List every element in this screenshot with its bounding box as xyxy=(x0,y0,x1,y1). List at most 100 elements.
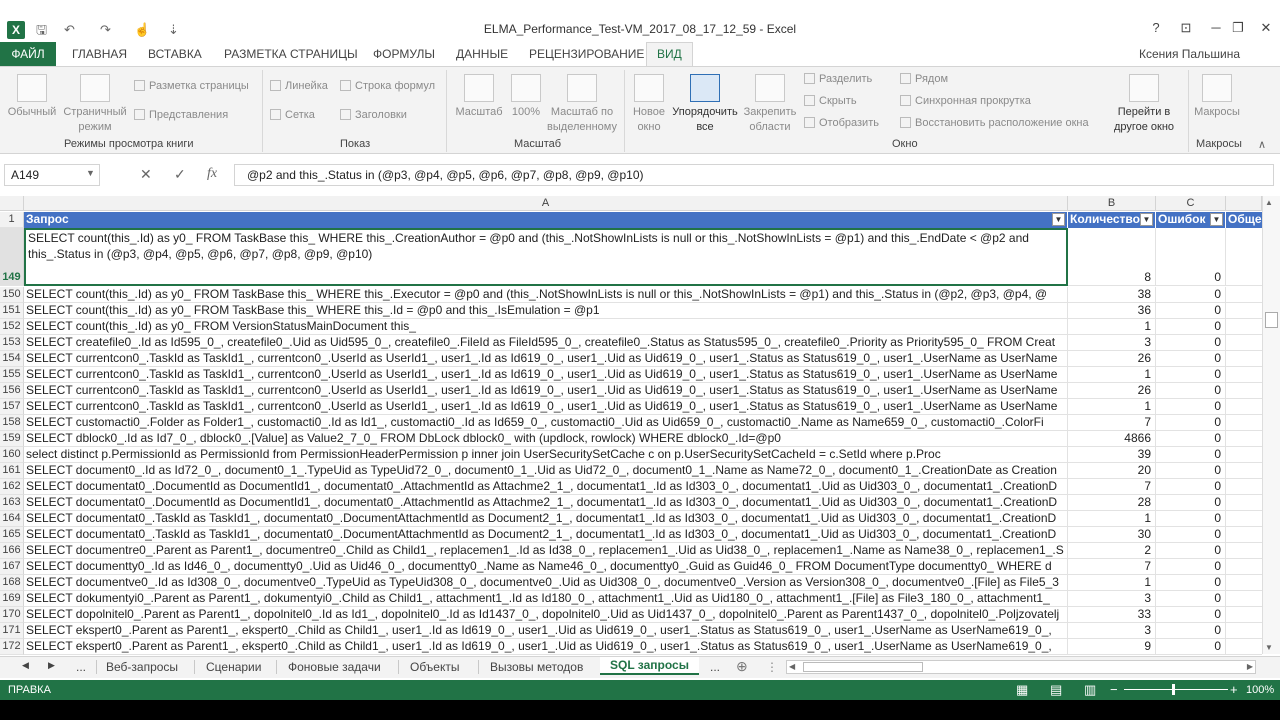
page-layout-view-button[interactable]: Разметка страницы xyxy=(134,80,249,92)
table-header-cell[interactable]: Ошибок ▼ xyxy=(1156,212,1226,228)
selected-cell[interactable]: SELECT count(this_.Id) as y0_ FROM TaskB… xyxy=(24,228,1068,286)
collapse-ribbon-icon[interactable]: ∧ xyxy=(1258,138,1266,151)
cell-errors[interactable]: 0 xyxy=(1156,511,1226,527)
cell-total[interactable] xyxy=(1226,639,1262,655)
gridlines-checkbox[interactable]: Сетка xyxy=(270,109,315,121)
zoom-100-button[interactable]: 100% xyxy=(508,74,544,120)
row-header[interactable]: 154 xyxy=(0,351,24,367)
sheet-tab-sql-queries[interactable]: SQL запросы xyxy=(600,657,699,675)
page-break-view-button[interactable]: Страничный режим xyxy=(60,74,130,135)
cell-errors[interactable]: 0 xyxy=(1156,431,1226,447)
cell-count[interactable]: 30 xyxy=(1068,527,1156,543)
prev-sheet-icon[interactable]: ◀ xyxy=(22,660,29,671)
side-by-side-button[interactable]: Рядом xyxy=(900,73,948,85)
scroll-down-icon[interactable]: ▼ xyxy=(1265,643,1273,652)
tab-formulas[interactable]: ФОРМУЛЫ xyxy=(373,47,435,61)
cell-total[interactable] xyxy=(1226,415,1262,431)
cell-query[interactable]: SELECT dopolnitel0_.Parent as Parent1_, … xyxy=(24,607,1068,623)
tab-home[interactable]: ГЛАВНАЯ xyxy=(72,47,127,61)
row-header[interactable]: 171 xyxy=(0,623,24,639)
zoom-out-icon[interactable]: − xyxy=(1110,682,1118,697)
cell-count[interactable]: 9 xyxy=(1068,639,1156,655)
column-header-d[interactable] xyxy=(1226,196,1262,211)
minimize-button[interactable]: ─ xyxy=(1204,20,1228,35)
cell-errors[interactable]: 0 xyxy=(1156,303,1226,319)
ribbon-display-button[interactable]: ⊡ xyxy=(1174,20,1198,36)
cell-count[interactable]: 3 xyxy=(1068,335,1156,351)
select-all-corner[interactable] xyxy=(0,196,24,211)
name-box-dropdown-icon[interactable]: ▼ xyxy=(86,168,95,178)
cell-query[interactable]: SELECT ekspert0_.Parent as Parent1_, eks… xyxy=(24,623,1068,639)
cell-errors[interactable]: 0 xyxy=(1156,383,1226,399)
cell-count[interactable]: 2 xyxy=(1068,543,1156,559)
row-header[interactable]: 168 xyxy=(0,575,24,591)
sheet-tab-background-tasks[interactable]: Фоновые задачи xyxy=(288,660,381,674)
cell-query[interactable]: SELECT count(this_.Id) as y0_ FROM TaskB… xyxy=(24,287,1068,303)
next-sheet-icon[interactable]: ▶ xyxy=(48,660,55,671)
cell-query[interactable]: SELECT documentre0_.Parent as Parent1_, … xyxy=(24,543,1068,559)
cell-errors[interactable]: 0 xyxy=(1156,495,1226,511)
cell-query[interactable]: SELECT currentcon0_.TaskId as TaskId1_, … xyxy=(24,367,1068,383)
cell-total[interactable] xyxy=(1226,228,1262,286)
cell-query[interactable]: SELECT documentat0_.DocumentId as Docume… xyxy=(24,495,1068,511)
cell-errors[interactable]: 0 xyxy=(1156,351,1226,367)
cell-total[interactable] xyxy=(1226,399,1262,415)
cell-errors[interactable]: 0 xyxy=(1156,335,1226,351)
cell-errors[interactable]: 0 xyxy=(1156,543,1226,559)
table-header-cell[interactable]: Обще xyxy=(1226,212,1262,228)
cell-total[interactable] xyxy=(1226,623,1262,639)
row-header[interactable]: 167 xyxy=(0,559,24,575)
row-header[interactable]: 151 xyxy=(0,303,24,319)
add-sheet-icon[interactable]: ⊕ xyxy=(736,658,748,675)
cell-errors[interactable]: 0 xyxy=(1156,575,1226,591)
cell-errors[interactable]: 0 xyxy=(1156,639,1226,655)
cell-count[interactable]: 1 xyxy=(1068,575,1156,591)
headings-checkbox[interactable]: Заголовки xyxy=(340,109,407,121)
filter-dropdown-icon[interactable]: ▼ xyxy=(1140,213,1153,226)
page-break-view-icon[interactable]: ▥ xyxy=(1084,682,1096,698)
cell-count[interactable]: 7 xyxy=(1068,479,1156,495)
new-window-button[interactable]: Новое окно xyxy=(628,74,670,135)
tab-view[interactable]: ВИД xyxy=(646,42,693,66)
zoom-slider[interactable] xyxy=(1124,689,1228,690)
cell-total[interactable] xyxy=(1226,351,1262,367)
cell-count[interactable]: 7 xyxy=(1068,559,1156,575)
cell-total[interactable] xyxy=(1226,319,1262,335)
cell-total[interactable] xyxy=(1226,335,1262,351)
cell-query[interactable]: SELECT count(this_.Id) as y0_ FROM TaskB… xyxy=(24,303,1068,319)
cell-query[interactable]: SELECT documentat0_.DocumentId as Docume… xyxy=(24,479,1068,495)
cell-total[interactable] xyxy=(1226,303,1262,319)
cell-count[interactable]: 1 xyxy=(1068,399,1156,415)
cell-query[interactable]: select distinct p.PermissionId as Permis… xyxy=(24,447,1068,463)
zoom-in-icon[interactable]: + xyxy=(1230,682,1238,697)
cell-errors[interactable]: 0 xyxy=(1156,559,1226,575)
reset-window-position-button[interactable]: Восстановить расположение окна xyxy=(900,117,1089,129)
row-header[interactable]: 150 xyxy=(0,287,24,303)
cell-errors[interactable]: 0 xyxy=(1156,228,1226,286)
cell-total[interactable] xyxy=(1226,543,1262,559)
filter-dropdown-icon[interactable]: ▼ xyxy=(1210,213,1223,226)
row-header[interactable]: 157 xyxy=(0,399,24,415)
macros-button[interactable]: Макросы xyxy=(1190,74,1244,120)
vertical-scrollbar[interactable]: ▲ ▼ xyxy=(1262,196,1280,654)
cell-errors[interactable]: 0 xyxy=(1156,415,1226,431)
arrange-all-button[interactable]: Упорядочить все xyxy=(670,74,740,135)
freeze-panes-button[interactable]: Закрепить области xyxy=(740,74,800,135)
table-header-cell[interactable]: Количество ▼ xyxy=(1068,212,1156,228)
cell-errors[interactable]: 0 xyxy=(1156,623,1226,639)
cell-count[interactable]: 1 xyxy=(1068,319,1156,335)
row-header[interactable]: 152 xyxy=(0,319,24,335)
normal-view-button[interactable]: Обычный xyxy=(4,74,60,120)
cell-query[interactable]: SELECT dokumentyi0_.Parent as Parent1_, … xyxy=(24,591,1068,607)
tab-split-handle[interactable]: ⋮ xyxy=(766,660,778,674)
cell-query[interactable]: SELECT ekspert0_.Parent as Parent1_, eks… xyxy=(24,639,1068,655)
tab-page-layout[interactable]: РАЗМЕТКА СТРАНИЦЫ xyxy=(224,47,358,61)
custom-views-button[interactable]: Представления xyxy=(134,109,228,121)
scroll-right-icon[interactable]: ▶ xyxy=(1247,661,1253,673)
cell-count[interactable]: 8 xyxy=(1068,228,1156,286)
cell-total[interactable] xyxy=(1226,367,1262,383)
cell-errors[interactable]: 0 xyxy=(1156,607,1226,623)
insert-function-icon[interactable]: fx xyxy=(207,166,217,182)
row-header[interactable]: 170 xyxy=(0,607,24,623)
cell-query[interactable]: SELECT createfile0_.Id as Id595_0_, crea… xyxy=(24,335,1068,351)
